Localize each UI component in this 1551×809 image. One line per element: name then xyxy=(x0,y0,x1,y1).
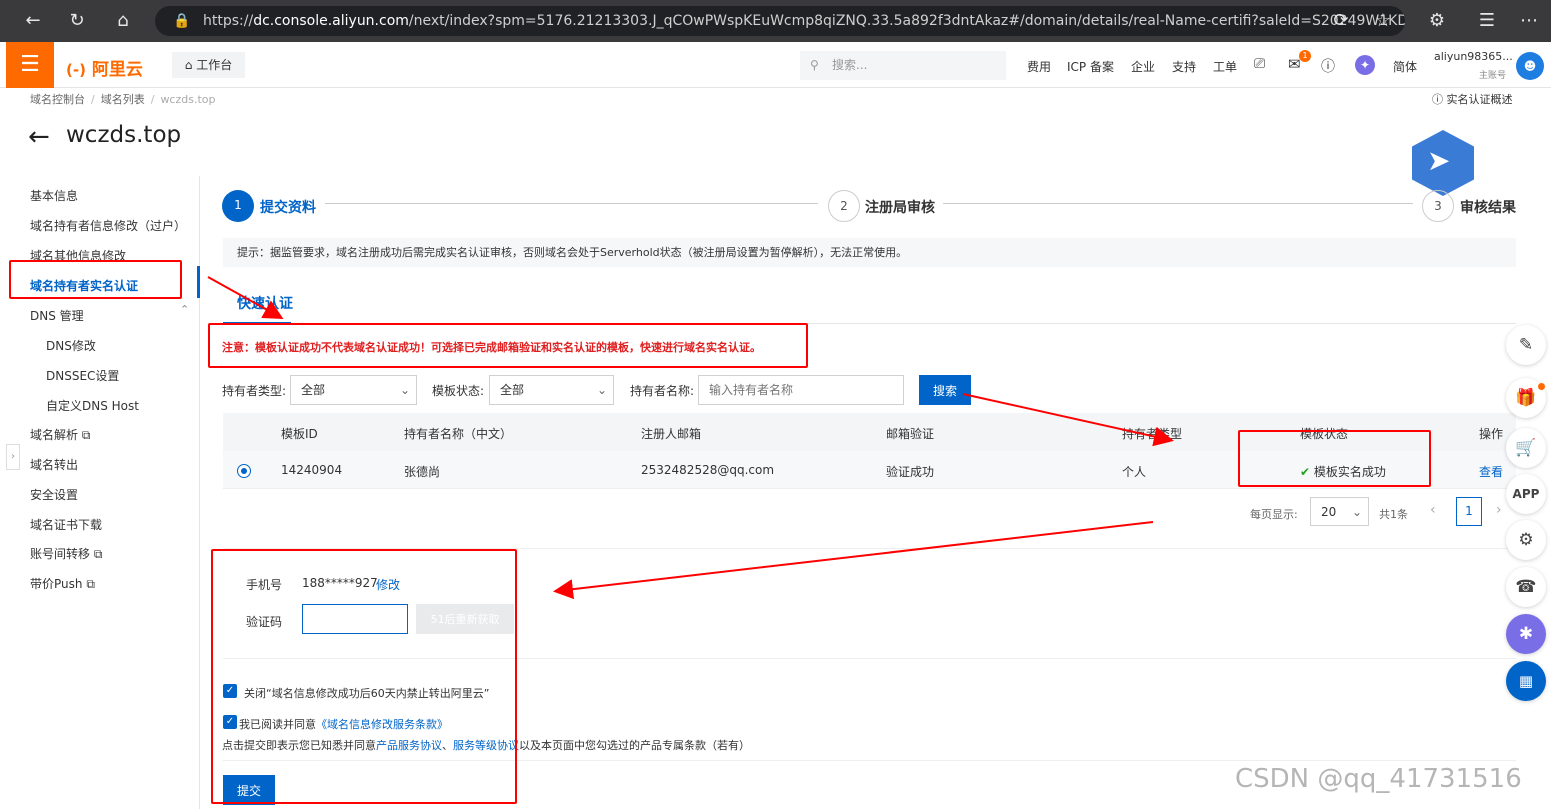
annotation-arrows xyxy=(207,276,1174,600)
arrow-table-to-form xyxy=(553,521,1154,600)
watermark: CSDN @qq_41731516 xyxy=(1235,764,1522,794)
arrow-sidebar-to-tab xyxy=(207,276,284,319)
arrow-search-to-status xyxy=(962,393,1174,447)
